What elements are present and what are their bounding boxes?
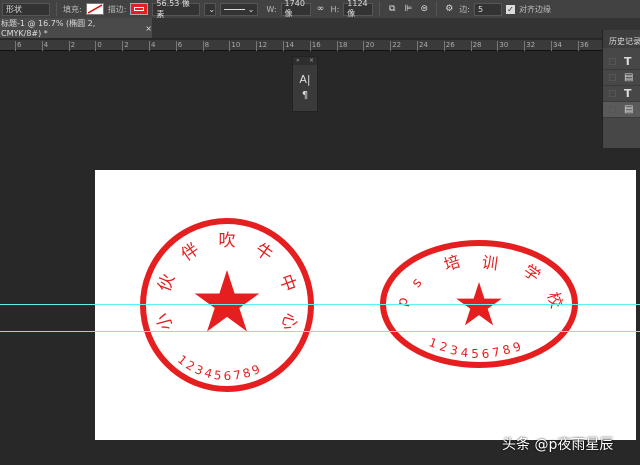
stamp-text-char: 小	[153, 311, 177, 333]
stamp-text-char: 中	[275, 272, 300, 295]
guide-line[interactable]	[0, 304, 640, 305]
round-stamp: 小伙伴吹牛中心1234 5 6 7 89	[140, 218, 314, 392]
stamp-number-char: 1	[427, 335, 439, 351]
stamp-text-char: 训	[481, 252, 500, 273]
stamp-number-char: 4	[203, 366, 214, 382]
stamp-number-char: 7	[232, 368, 242, 383]
stamp-text-char: 学	[520, 261, 544, 286]
stamp-text-char: 牛	[251, 240, 276, 266]
stamp-number-char: 5	[471, 347, 479, 361]
stamp-number-char: 8	[501, 342, 512, 358]
stamp-text-char: 心	[277, 311, 301, 333]
stamp-number-char: 2	[438, 339, 449, 355]
stamp-number-char: 6	[481, 347, 490, 362]
stamp-number-char: 9	[511, 339, 523, 355]
stamp-number-char: 5	[213, 368, 222, 383]
stamp-number-char: 4	[460, 346, 469, 361]
stamp-number-char: 7	[491, 345, 501, 360]
stamp-text-char: s	[409, 275, 426, 291]
watermark: 头条 @p夜雨星辰	[502, 437, 614, 453]
stamps-artwork: 小伙伴吹牛中心1234 5 6 7 89 ps培训学校1 2 3 4 5 6 7 8 9	[140, 218, 578, 392]
stamp-text-char: p	[394, 296, 412, 308]
guide-line[interactable]	[0, 331, 640, 332]
stamp-text-char: 吹	[219, 231, 236, 251]
stamp-text-char: 伙	[155, 272, 180, 295]
stamp-text-char: 伴	[178, 240, 203, 266]
stamp-text-char: 校	[543, 289, 566, 310]
stamp-number-char: 6	[224, 369, 232, 383]
stamp-number-char: 3	[449, 343, 459, 358]
stamp-number-char: 9	[250, 362, 263, 378]
star-icon	[194, 270, 260, 332]
stamp-text-char: 培	[441, 251, 462, 274]
